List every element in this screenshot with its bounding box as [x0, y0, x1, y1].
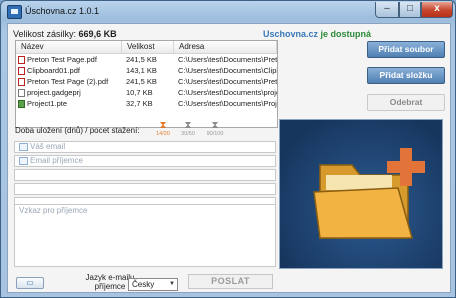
drop-area[interactable]	[279, 119, 443, 269]
availability-text: je dostupná	[318, 29, 372, 39]
recipient-email-field-3[interactable]	[14, 183, 276, 195]
file-row[interactable]: Preton Test Page (2).pdf 241,5 KB C:\Use…	[16, 76, 277, 87]
hourglass-icon: ⧗	[211, 120, 219, 131]
window-title: Úschovna.cz 1.0.1	[25, 6, 100, 16]
remove-button[interactable]: Odebrat	[367, 94, 445, 111]
file-list-header: Název Velikost Adresa	[16, 41, 277, 54]
column-size[interactable]: Velikost	[122, 41, 174, 53]
file-size: 241,5 KB	[126, 55, 157, 64]
person-icon	[19, 142, 28, 151]
hourglass-icon: ⧗	[159, 120, 167, 131]
file-size: 10,7 KB	[126, 88, 153, 97]
file-name: Preton Test Page (2).pdf	[27, 77, 109, 86]
file-row[interactable]: Project1.pte 32,7 KB C:\Users\test\Docum…	[16, 98, 277, 109]
column-name[interactable]: Název	[16, 41, 122, 53]
recipient-email-field-2[interactable]	[14, 169, 276, 181]
file-name: Project1.pte	[27, 99, 68, 108]
storage-option-count: 30/50	[181, 131, 195, 137]
recipient-email-field[interactable]: Email příjemce	[14, 155, 276, 167]
app-icon	[7, 5, 22, 19]
pdf-icon	[18, 55, 25, 64]
storage-option-2[interactable]: ⧗ 30/50	[175, 120, 201, 138]
file-name: Clipboard01.pdf	[27, 66, 80, 75]
chevron-down-icon: ▼	[169, 281, 175, 287]
recipient-email-placeholder: Email příjemce	[30, 156, 83, 165]
send-button[interactable]: POSLAT	[188, 274, 273, 289]
title-bar[interactable]: Úschovna.cz 1.0.1 – □ x	[1, 1, 455, 23]
file-name: project.gadgeprj	[27, 88, 81, 97]
maximize-button[interactable]: □	[399, 2, 421, 18]
shipment-size: Velikost zásilky: 669,6 KB	[13, 29, 117, 39]
add-file-button[interactable]: Přidat soubor	[367, 41, 445, 58]
file-size: 32,7 KB	[126, 99, 153, 108]
add-folder-illustration	[313, 148, 425, 239]
close-button[interactable]: x	[421, 2, 453, 18]
your-email-field[interactable]: Váš email	[14, 141, 276, 153]
pdf-icon	[18, 66, 25, 75]
column-path[interactable]: Adresa	[174, 41, 277, 53]
app-window: Úschovna.cz 1.0.1 – □ x Velikost zásilky…	[0, 0, 456, 298]
hourglass-icon: ⧗	[184, 120, 192, 131]
minimize-button[interactable]: –	[375, 2, 399, 18]
file-path: C:\Users\test\Documents\project.gadgeprj	[178, 88, 277, 97]
language-select[interactable]: Česky ▼	[128, 278, 178, 291]
file-size: 143,1 KB	[126, 66, 157, 75]
gadget-icon	[18, 88, 25, 97]
your-email-placeholder: Váš email	[30, 142, 66, 151]
availability-status: Uschovna.cz je dostupná	[263, 29, 371, 39]
add-folder-button[interactable]: Přidat složku	[367, 67, 445, 84]
file-row[interactable]: project.gadgeprj 10,7 KB C:\Users\test\D…	[16, 87, 277, 98]
contacts-button[interactable]: ▭	[16, 277, 44, 289]
storage-option-3[interactable]: ⧗ 90/100	[202, 120, 228, 138]
file-row[interactable]: Clipboard01.pdf 143,1 KB C:\Users\test\D…	[16, 65, 277, 76]
message-textarea[interactable]: Vzkaz pro příjemce	[14, 204, 276, 267]
storage-option-count: 14/20	[156, 131, 170, 137]
storage-option-1[interactable]: ⧗ 14/20	[150, 120, 176, 138]
file-path: C:\Users\test\Documents\Preton Test Page…	[178, 77, 277, 86]
file-size: 241,5 KB	[126, 77, 157, 86]
main-panel: Velikost zásilky: 669,6 KB Uschovna.cz j…	[7, 23, 451, 293]
storage-option-count: 90/100	[206, 131, 224, 137]
file-row[interactable]: Preton Test Page.pdf 241,5 KB C:\Users\t…	[16, 54, 277, 65]
file-list[interactable]: Název Velikost Adresa Preton Test Page.p…	[15, 40, 278, 128]
person-icon	[19, 156, 28, 165]
file-path: C:\Users\test\Documents\Preton Test Page…	[178, 55, 277, 64]
file-path: C:\Users\test\Documents\Clipboard01.pdf	[178, 66, 277, 75]
pdf-icon	[18, 77, 25, 86]
size-label: Velikost zásilky:	[13, 29, 77, 39]
storage-label: Doba uložení (dnů) / pocet stažení:	[15, 126, 140, 135]
message-placeholder: Vzkaz pro příjemce	[19, 206, 88, 215]
contacts-icon: ▭	[26, 278, 34, 287]
language-value: Česky	[132, 280, 155, 289]
file-name: Preton Test Page.pdf	[27, 55, 97, 64]
size-value: 669,6 KB	[78, 29, 117, 39]
file-path: C:\Users\test\Documents\Project1.pte	[178, 99, 277, 108]
pte-icon	[18, 99, 25, 108]
availability-brand: Uschovna.cz	[263, 29, 319, 39]
